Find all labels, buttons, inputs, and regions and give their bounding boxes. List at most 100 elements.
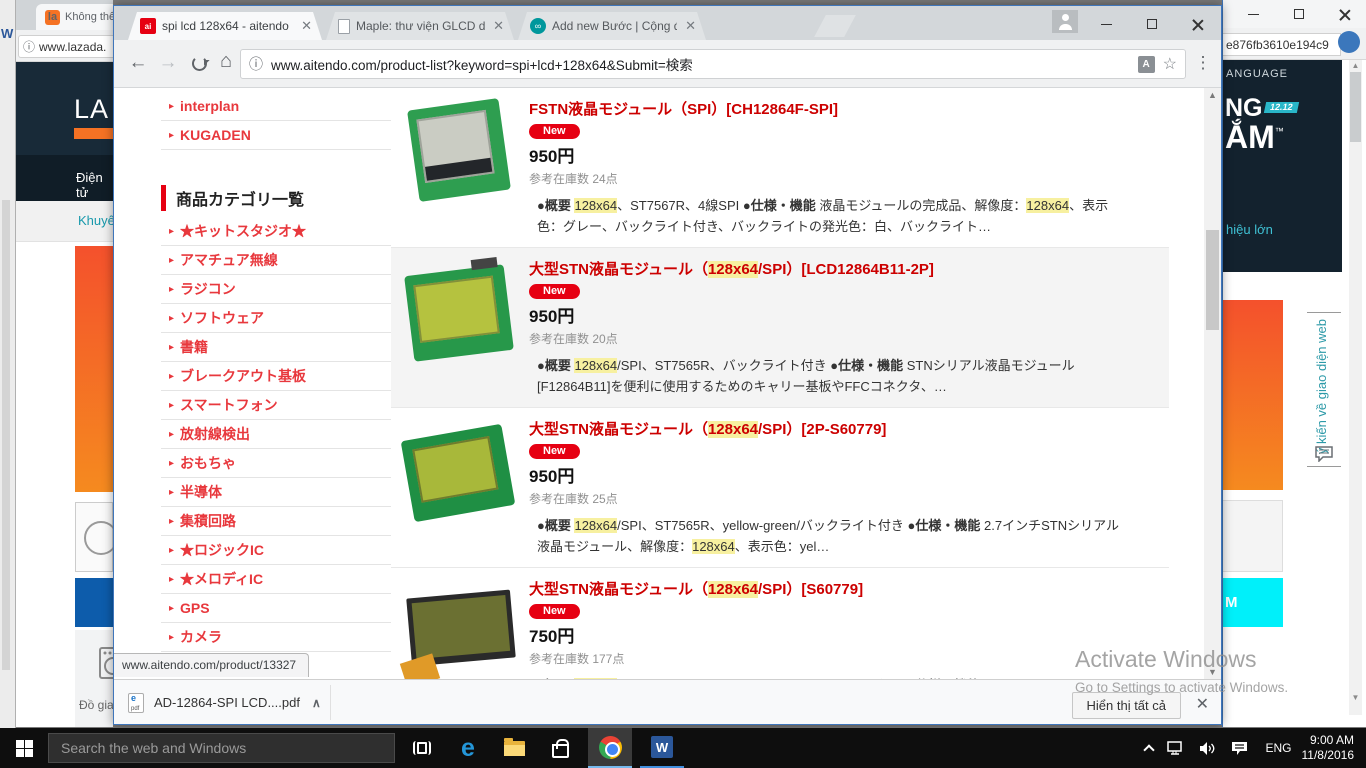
maximize-button[interactable] — [1136, 12, 1168, 36]
new-tab-button[interactable] — [814, 15, 856, 37]
lazada-blue-tile[interactable] — [75, 578, 113, 627]
sidebar-item[interactable]: ▸ カメラ — [161, 623, 391, 652]
scroll-down-icon[interactable]: ▼ — [1349, 693, 1362, 702]
feedback-button[interactable]: ý kiến về giao diện web — [1307, 312, 1341, 467]
sidebar-item[interactable]: ▸ ★キットスタジオ★ — [161, 217, 391, 246]
chevron-up-icon[interactable]: ∧ — [312, 696, 321, 710]
minimize-button[interactable] — [1237, 2, 1269, 26]
sidebar-item[interactable]: ▸ アマチュア無線 — [161, 246, 391, 275]
lazada-browser-window[interactable]: la Không thể rẻ h ⓘ www.lazada. LA Điện … — [16, 0, 127, 727]
show-hidden-icons-button[interactable] — [1143, 742, 1156, 756]
sidebar-item[interactable]: ▸ 書籍 — [161, 333, 391, 362]
product-image[interactable] — [401, 258, 517, 366]
translate-icon[interactable]: A — [1137, 55, 1155, 73]
sidebar-item[interactable]: ▸ ★ロジックIC — [161, 536, 391, 565]
lazada-nav-item[interactable]: Điện tử — [76, 170, 113, 200]
sidebar-item[interactable]: ▸ ブレークアウト基板 — [161, 362, 391, 391]
profile-avatar[interactable] — [1052, 10, 1078, 33]
info-icon[interactable]: ⓘ — [249, 54, 263, 74]
brand-link[interactable]: hiệu lớn — [1226, 222, 1273, 237]
taskbar-clock[interactable]: 9:00 AM 11/8/2016 — [1302, 733, 1355, 763]
sidebar-item[interactable]: ▸ スマートフォン — [161, 391, 391, 420]
scroll-up-icon[interactable]: ▲ — [1349, 61, 1362, 70]
taskbar-search-input[interactable]: Search the web and Windows — [48, 733, 395, 763]
right-banner-tile[interactable] — [1223, 300, 1283, 490]
edge-taskbar-button[interactable]: e — [446, 728, 490, 768]
tab-aitendo[interactable]: ai spi lcd 128x64 - aitendo ✕ — [128, 12, 322, 40]
lazada-promo-link[interactable]: Khuyế — [78, 213, 115, 228]
scroll-up-icon[interactable]: ▲ — [1204, 90, 1221, 100]
right-browser-window[interactable]: e876fb3610e194c9 ANGUAGE NG 12.12 ẮM™ hiệ… — [1222, 0, 1366, 727]
tab-arduino[interactable]: ∞ Add new Bước | Cộng đồ ✕ — [518, 12, 706, 40]
volume-icon[interactable] — [1199, 741, 1217, 756]
tab-close-icon[interactable]: ✕ — [299, 18, 314, 34]
minimize-button[interactable] — [1090, 12, 1122, 36]
sidebar-item[interactable]: ▸ KUGADEN — [161, 121, 391, 150]
scrollbar-thumb[interactable] — [1350, 72, 1361, 142]
bookmark-star-icon[interactable]: ☆ — [1163, 54, 1177, 74]
lazada-url: www.lazada. — [39, 39, 107, 54]
download-item[interactable]: e pdf AD-12864-SPI LCD....pdf ∧ — [128, 687, 321, 718]
lazada-category-tile[interactable]: Đồ gia — [75, 630, 127, 727]
arduino-favicon-icon: ∞ — [530, 18, 546, 34]
network-icon[interactable] — [1167, 740, 1185, 756]
word-taskbar-button[interactable]: W — [640, 728, 684, 768]
back-icon[interactable]: ← — [126, 52, 150, 74]
maximize-button[interactable] — [1283, 2, 1315, 26]
product-title-link[interactable]: 大型STN液晶モジュール（128x64/SPI）[S60779] — [529, 578, 1129, 599]
tab-close-icon[interactable]: ✕ — [491, 18, 506, 34]
menu-dots-icon[interactable]: ⋮ — [1193, 53, 1213, 73]
refresh-icon[interactable] — [192, 56, 207, 71]
chevron-right-icon: ▸ — [169, 428, 175, 440]
start-button[interactable] — [0, 728, 48, 768]
address-bar[interactable]: ⓘ www.aitendo.com/product-list?keyword=s… — [240, 49, 1186, 79]
home-icon[interactable]: ⌂ — [214, 50, 238, 73]
tab-close-icon[interactable]: ✕ — [683, 18, 698, 34]
sidebar-header-label: 商品カテゴリ一覧 — [176, 192, 305, 209]
product-image[interactable] — [400, 418, 517, 526]
sidebar-item[interactable]: ▸ 集積回路 — [161, 507, 391, 536]
close-download-bar-icon[interactable]: ✕ — [1196, 694, 1209, 714]
sidebar-item[interactable]: ▸ GPS — [161, 594, 391, 623]
url-text[interactable]: www.aitendo.com/product-list?keyword=spi… — [271, 54, 1138, 74]
chrome-taskbar-button[interactable] — [588, 728, 632, 768]
close-button[interactable] — [1182, 12, 1214, 36]
product-title-link[interactable]: 大型STN液晶モジュール（128x64/SPI）[LCD12864B11-2P] — [529, 258, 1129, 279]
product-image[interactable] — [399, 578, 517, 679]
lazada-address-bar[interactable]: ⓘ www.lazada. — [18, 35, 113, 58]
product-title-link[interactable]: FSTN液晶モジュール（SPI）[CH12864F-SPI] — [529, 98, 1129, 119]
action-center-icon[interactable] — [1231, 741, 1248, 756]
show-all-downloads-button[interactable]: Hiển thị tất cả — [1071, 692, 1181, 719]
right-address-bar[interactable]: e876fb3610e194c9 — [1223, 33, 1341, 56]
tab-maple[interactable]: Maple: thư viện GLCD di ✕ — [326, 12, 514, 40]
sidebar-item[interactable]: ▸ 放射線検出 — [161, 420, 391, 449]
file-explorer-taskbar-button[interactable] — [492, 728, 536, 768]
store-taskbar-button[interactable] — [538, 728, 582, 768]
language-label[interactable]: ANGUAGE — [1226, 68, 1288, 80]
scroll-down-icon[interactable]: ▼ — [1204, 667, 1221, 677]
right-cyan-tile[interactable]: M — [1223, 578, 1283, 627]
chrome-window[interactable]: ai spi lcd 128x64 - aitendo ✕ Maple: thư… — [113, 5, 1222, 725]
chevron-right-icon: ▸ — [169, 225, 175, 237]
product-image[interactable] — [401, 98, 517, 206]
lazada-search-box[interactable] — [75, 502, 118, 572]
sidebar-item[interactable]: ▸ ★メロディIC — [161, 565, 391, 594]
sidebar-item[interactable]: ▸ ソフトウェア — [161, 304, 391, 333]
sidebar-item[interactable]: ▸ おもちゃ — [161, 449, 391, 478]
sidebar-item[interactable]: ▸ interplan — [161, 92, 391, 121]
product-title-link[interactable]: 大型STN液晶モジュール（128x64/SPI）[2P-S60779] — [529, 418, 1129, 439]
language-indicator[interactable]: ENG — [1265, 741, 1291, 755]
right-scrollbar[interactable]: ▲ ▼ — [1349, 60, 1362, 715]
scrollbar-thumb[interactable] — [1206, 230, 1219, 330]
task-view-button[interactable] — [400, 728, 444, 768]
lazada-banner[interactable] — [75, 246, 113, 492]
chevron-right-icon: ▸ — [169, 399, 175, 411]
content-scrollbar[interactable]: ▲ ▼ — [1204, 88, 1221, 679]
forward-icon[interactable]: → — [156, 52, 180, 74]
category-list: ▸ ★キットスタジオ★ ▸ アマチュア無線 ▸ ラジコン ▸ ソフトウェア ▸ … — [161, 217, 391, 652]
lazada-tab[interactable]: la Không thể rẻ h — [36, 4, 113, 30]
close-button[interactable] — [1329, 2, 1361, 26]
right-gray-tile[interactable] — [1223, 500, 1283, 572]
sidebar-item[interactable]: ▸ ラジコン — [161, 275, 391, 304]
sidebar-item[interactable]: ▸ 半導体 — [161, 478, 391, 507]
